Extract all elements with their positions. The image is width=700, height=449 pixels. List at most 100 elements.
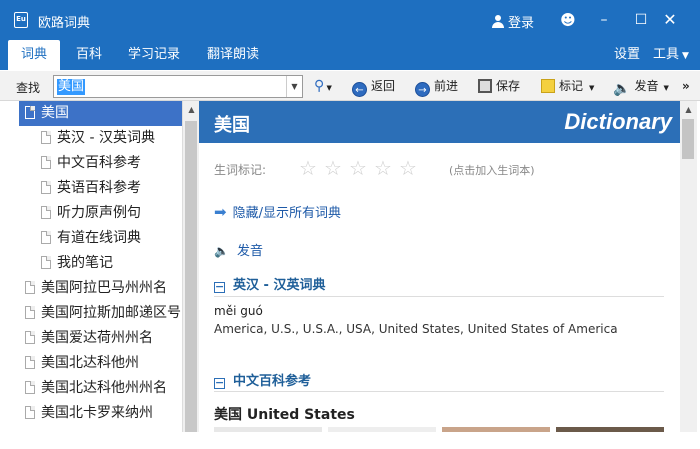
document-icon	[41, 156, 51, 169]
save-button[interactable]: 保存	[478, 77, 520, 97]
tab-study-record[interactable]: 学习记录	[118, 40, 190, 70]
entry-header: 美国 Dictionary	[199, 101, 680, 143]
back-button[interactable]: ← 返回	[352, 77, 395, 97]
divider	[214, 391, 664, 392]
document-icon	[25, 406, 35, 419]
arrow-right-icon: ➡	[214, 203, 227, 221]
word-list-scrollbar[interactable]: ▲	[182, 101, 199, 432]
list-item[interactable]: 英语百科参考	[19, 176, 141, 201]
forward-arrow-icon: →	[415, 82, 430, 97]
save-icon	[478, 79, 492, 93]
list-item[interactable]: 中文百科参考	[19, 151, 141, 176]
search-label: 查找	[16, 81, 41, 95]
search-options-button[interactable]: ⚲ ▼	[314, 77, 332, 97]
forward-button[interactable]: → 前进	[415, 77, 458, 97]
app-title: 欧路词典	[38, 16, 91, 31]
list-item[interactable]: 有道在线词典	[19, 226, 141, 251]
rating-hint: (点击加入生词本)	[449, 164, 535, 177]
toolbar: 查找 美国 ▼ ⚲ ▼ ← 返回 → 前进 保存 标记 ▼ 🔈 发音 ▼ »	[0, 71, 700, 101]
pinyin: měi guó	[214, 304, 263, 318]
list-item[interactable]: 美国北达科他州	[19, 351, 139, 376]
login-button[interactable]: 登录	[492, 12, 534, 31]
encyclopedia-heading: 美国 United States	[214, 407, 355, 423]
title-bar: Eu 欧路词典 登录 ☻ – ☐ ✕	[0, 0, 700, 40]
star-icon[interactable]: ☆	[349, 158, 369, 178]
magnifier-icon: ⚲	[314, 78, 325, 94]
word-list: 美国 英汉 - 汉英词典 中文百科参考 英语百科参考 听力原声例句 有道在线词典…	[19, 101, 199, 432]
list-item[interactable]: 美国北卡罗来纳州	[19, 401, 153, 426]
bookmark-icon	[541, 79, 555, 93]
speak-label: 发音	[634, 79, 659, 93]
document-icon	[25, 381, 35, 394]
document-icon	[25, 281, 35, 294]
app-icon: Eu	[14, 12, 28, 28]
star-icon[interactable]: ☆	[374, 158, 394, 178]
chevron-down-icon: ▼	[324, 84, 332, 92]
back-label: 返回	[371, 79, 396, 93]
scroll-thumb[interactable]	[682, 119, 694, 159]
document-icon	[25, 356, 35, 369]
list-item[interactable]: 美国	[19, 101, 198, 126]
scroll-thumb[interactable]	[185, 121, 197, 432]
document-icon	[41, 231, 51, 244]
document-icon	[25, 331, 35, 344]
chevron-down-icon: ▼	[663, 84, 669, 92]
forward-label: 前进	[434, 79, 459, 93]
maximize-icon[interactable]: ☐	[631, 10, 651, 30]
document-icon	[25, 306, 35, 319]
history-dropdown-icon[interactable]: ▼	[286, 76, 302, 97]
collapse-icon[interactable]: −	[214, 281, 225, 293]
brand-label: Dictionary	[564, 109, 672, 134]
search-box[interactable]: 美国 ▼	[53, 75, 303, 98]
minimize-icon[interactable]: –	[594, 10, 614, 30]
smile-icon[interactable]: ☻	[558, 10, 578, 30]
bookmark-button[interactable]: 标记 ▼	[541, 77, 594, 97]
star-icon[interactable]: ☆	[324, 158, 344, 178]
toggle-all-link[interactable]: ➡ 隐藏/显示所有词典	[214, 202, 341, 221]
document-icon	[41, 181, 51, 194]
document-icon	[41, 206, 51, 219]
document-icon	[41, 131, 51, 144]
list-item[interactable]: 听力原声例句	[19, 201, 141, 226]
tab-translate[interactable]: 翻译朗读	[197, 40, 269, 70]
list-item[interactable]: 美国北达科他州州名	[19, 376, 167, 401]
pronounce-link[interactable]: 🔈 发音	[214, 240, 263, 259]
tools-menu[interactable]: 工具 ▼	[643, 40, 699, 70]
scroll-up-icon[interactable]: ▲	[183, 101, 200, 118]
divider	[214, 296, 664, 297]
entry-word: 美国	[214, 115, 250, 136]
list-item[interactable]: 美国爱达荷州州名	[19, 326, 153, 351]
star-icon[interactable]: ☆	[399, 158, 419, 178]
section-english-chinese[interactable]: − 英汉 - 汉英词典	[214, 274, 325, 293]
save-label: 保存	[496, 79, 521, 93]
speak-button[interactable]: 🔈 发音 ▼	[613, 77, 669, 97]
chevron-down-icon: ▼	[589, 84, 595, 92]
definition-text: America, U.S., U.S.A., USA, United State…	[214, 322, 618, 336]
star-icon[interactable]: ☆	[299, 158, 319, 178]
user-icon	[492, 15, 504, 28]
collapse-icon[interactable]: −	[214, 377, 225, 389]
list-item[interactable]: 英汉 - 汉英词典	[19, 126, 155, 151]
list-item[interactable]: 美国阿拉斯加邮递区号	[19, 301, 181, 326]
chevron-down-icon: ▼	[682, 51, 689, 61]
document-icon	[41, 256, 51, 269]
bottom-area	[0, 432, 700, 449]
more-icon[interactable]: »	[682, 77, 690, 97]
rating-label: 生词标记:	[214, 163, 267, 177]
scroll-up-icon[interactable]: ▲	[680, 101, 697, 118]
list-item[interactable]: 我的笔记	[19, 251, 113, 276]
tools-label: 工具	[653, 47, 680, 62]
section-chinese-encyclopedia[interactable]: − 中文百科参考	[214, 370, 311, 389]
definition-scrollbar[interactable]: ▲	[680, 101, 697, 432]
tab-dictionary[interactable]: 词典	[8, 40, 60, 71]
tab-encyclopedia[interactable]: 百科	[66, 40, 112, 70]
speaker-icon: 🔈	[214, 244, 229, 258]
back-arrow-icon: ←	[352, 82, 367, 97]
close-icon[interactable]: ✕	[660, 10, 680, 30]
menu-bar: 词典 百科 学习记录 翻译朗读 设置 工具 ▼	[0, 40, 700, 71]
login-label: 登录	[508, 16, 535, 31]
bookmark-label: 标记	[559, 79, 584, 93]
search-input[interactable]: 美国	[57, 79, 86, 95]
document-icon	[25, 106, 35, 119]
list-item[interactable]: 美国阿拉巴马州州名	[19, 276, 167, 301]
